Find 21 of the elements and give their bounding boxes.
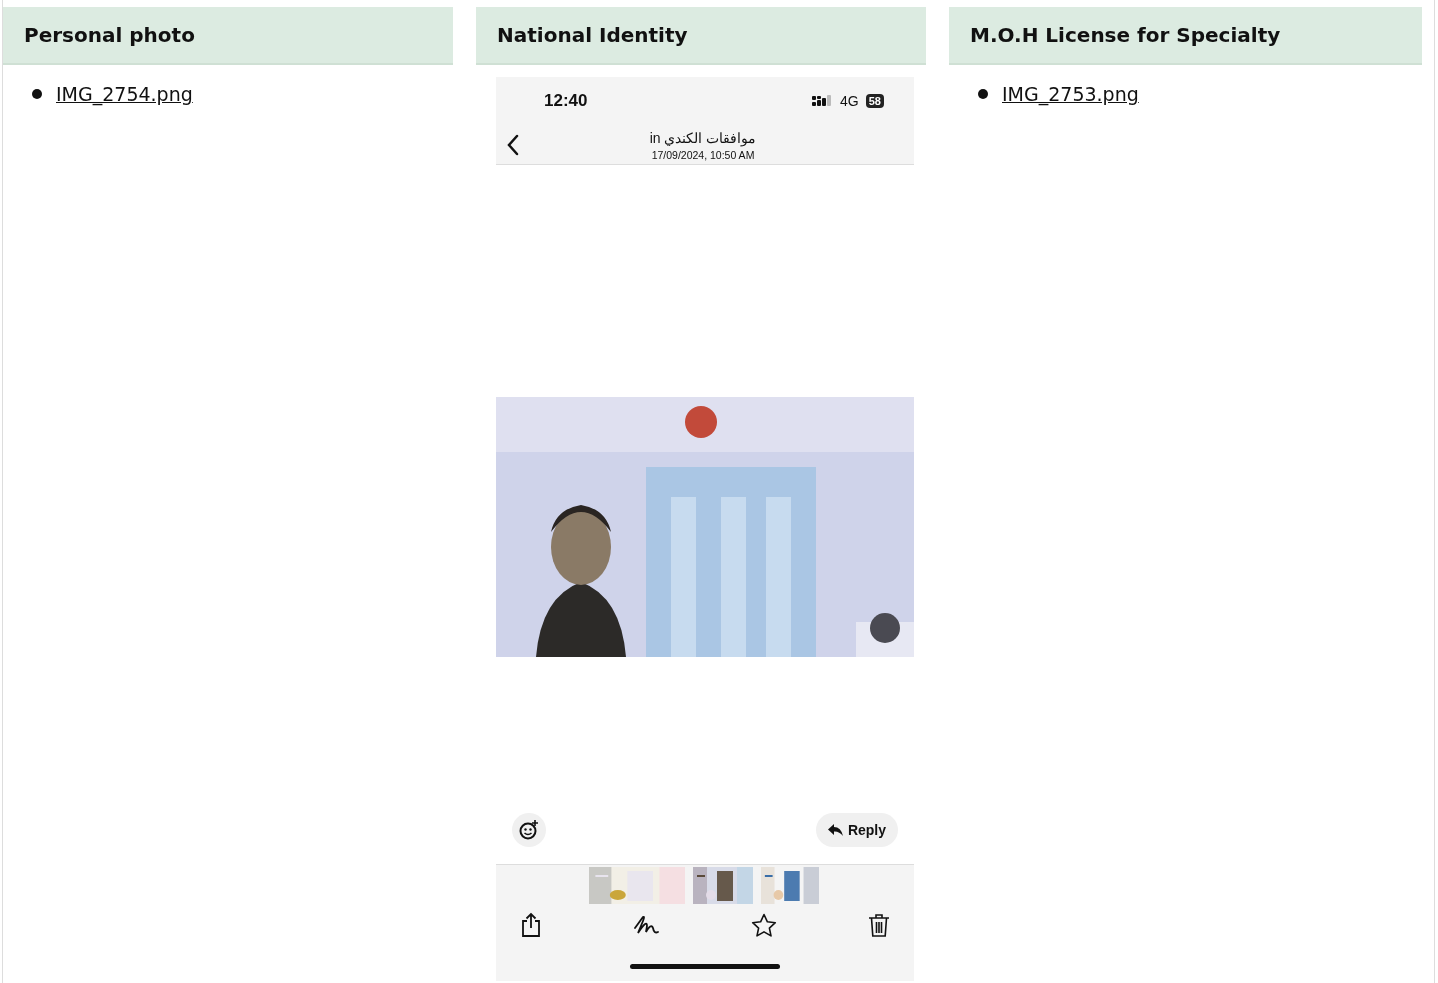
reply-button[interactable]: Reply <box>815 813 898 847</box>
markup-icon[interactable] <box>633 914 660 936</box>
share-icon[interactable] <box>520 912 542 938</box>
section-header: M.O.H License for Specialty <box>949 7 1422 65</box>
section-header: National Identity <box>476 7 926 65</box>
chat-title: موافقات الكندي in <box>649 129 757 146</box>
file-link[interactable]: IMG_2753.png <box>1002 83 1139 105</box>
battery-level: 58 <box>865 94 884 108</box>
emoji-button[interactable] <box>512 813 546 847</box>
reply-icon <box>827 824 843 836</box>
bullet-icon <box>32 89 42 99</box>
network-label: 4G <box>840 93 859 109</box>
file-link[interactable]: IMG_2754.png <box>56 83 193 105</box>
section-header: Personal photo <box>3 7 453 65</box>
back-icon[interactable] <box>506 134 520 156</box>
smiley-icon <box>519 820 539 840</box>
status-time: 12:40 <box>544 91 588 111</box>
message-timestamp: 17/09/2024, 10:50 AM <box>651 148 755 161</box>
favorite-star-icon[interactable] <box>750 912 777 938</box>
bullet-icon <box>978 89 988 99</box>
delete-icon[interactable] <box>868 912 890 938</box>
